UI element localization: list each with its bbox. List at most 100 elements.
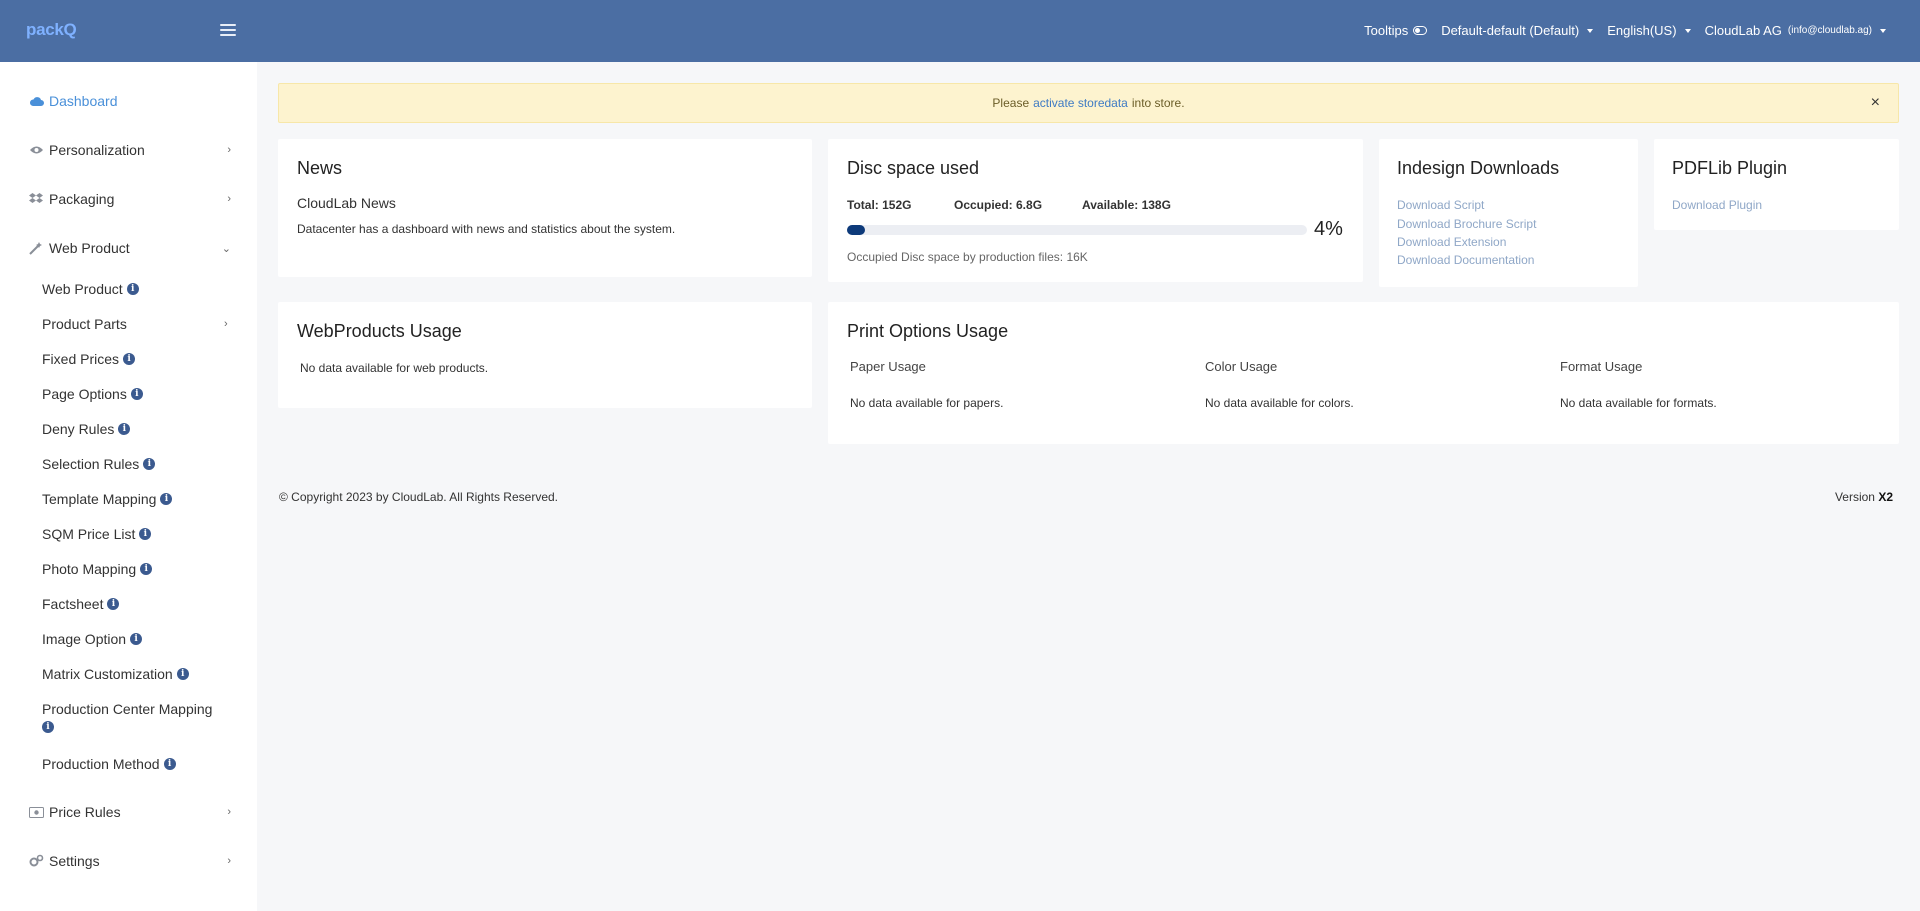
close-icon[interactable]: ×	[1871, 94, 1880, 112]
sidebar-subitem-selection-rules[interactable]: Selection Rules i	[42, 456, 242, 472]
disc-progress-fill	[847, 225, 866, 235]
sidebar-item-settings[interactable]: Settings ›	[0, 846, 257, 876]
sidebar-subitem-image-option[interactable]: Image Option i	[42, 631, 242, 647]
chevron-right-icon: ›	[227, 855, 231, 867]
profile-dropdown[interactable]: Default-default (Default)	[1441, 23, 1594, 38]
webproducts-usage-card	[278, 302, 812, 408]
chevron-right-icon: ›	[227, 806, 231, 818]
alert-prefix: Please	[992, 96, 1030, 110]
account-email: (info@cloudlab.ag)	[1787, 25, 1872, 36]
cloud-icon	[28, 93, 44, 109]
sidebar-subitem-photo-mapping[interactable]: Photo Mapping i	[42, 561, 242, 577]
download-extension-link[interactable]: Download Extension	[1397, 235, 1506, 249]
eye-icon	[28, 142, 44, 158]
info-icon[interactable]: i	[130, 388, 143, 400]
sidebar-subitem-production-method[interactable]: Production Method i	[42, 756, 242, 772]
sidebar-subitem-product-parts[interactable]: Product Parts ›	[42, 316, 242, 332]
production-center-mapping-info: i	[42, 721, 242, 733]
info-icon[interactable]: i	[42, 721, 54, 733]
tooltips-toggle[interactable]: Tooltips	[1364, 23, 1428, 38]
menu-toggle-icon[interactable]	[220, 24, 236, 38]
info-icon[interactable]: i	[130, 633, 143, 645]
info-icon[interactable]: i	[118, 423, 131, 435]
sidebar-subitem-matrix-customization[interactable]: Matrix Customization i	[42, 666, 242, 682]
download-documentation-link[interactable]: Download Documentation	[1397, 253, 1534, 267]
language-dropdown[interactable]: English(US)	[1607, 23, 1691, 38]
indesign-title: Indesign Downloads	[1397, 158, 1560, 178]
color-usage-text: No data available for colors.	[1205, 396, 1354, 410]
info-icon[interactable]: i	[160, 493, 173, 505]
info-icon[interactable]: i	[143, 458, 156, 470]
webproducts-usage-text: No data available for web products.	[300, 361, 489, 375]
caret-down-icon	[1880, 28, 1886, 33]
sidebar-item-price-rules[interactable]: Price Rules ›	[0, 797, 257, 827]
pdflib-title: PDFLib Plugin	[1672, 158, 1788, 178]
store-alert: Please activate storedata into store. ×	[278, 83, 1899, 123]
sidebar-subitem-sqm-price-list[interactable]: SQM Price List i	[42, 526, 242, 542]
cogs-icon	[28, 853, 44, 869]
tooltips-label: Tooltips	[1364, 23, 1409, 38]
format-usage-heading: Format Usage	[1560, 359, 1643, 374]
sidebar-subitem-deny-rules[interactable]: Deny Rules i	[42, 421, 242, 437]
disc-progress-bar	[847, 225, 1307, 235]
dropbox-icon	[28, 191, 44, 207]
toggle-switch-icon[interactable]	[1413, 26, 1428, 35]
sidebar-item-label: Packaging	[49, 191, 115, 207]
activate-storedata-link[interactable]: activate storedata	[1033, 96, 1128, 110]
pdflib-card	[1654, 139, 1899, 230]
sidebar-item-label: Price Rules	[49, 804, 121, 820]
info-icon[interactable]: i	[107, 598, 120, 610]
sidebar-subitem-page-options[interactable]: Page Options i	[42, 386, 242, 402]
top-bar: packQ Tooltips Default-default (Default)…	[0, 0, 1920, 62]
chevron-down-icon: ⌄	[221, 242, 231, 255]
download-brochure-script-link[interactable]: Download Brochure Script	[1397, 217, 1536, 231]
sidebar-item-label: Dashboard	[49, 93, 118, 109]
footer-version: Version X2	[1835, 490, 1893, 504]
profile-select-value: Default-default (Default)	[1441, 23, 1580, 38]
disc-occupied: Occupied: 6.8G	[954, 198, 1043, 212]
info-icon[interactable]: i	[140, 563, 153, 575]
footer-copyright: © Copyright 2023 by CloudLab. All Rights…	[279, 490, 558, 504]
sidebar-subitem-template-mapping[interactable]: Template Mapping i	[42, 491, 242, 507]
top-right-controls: Tooltips Default-default (Default) Engli…	[1364, 23, 1886, 38]
info-icon[interactable]: i	[163, 758, 176, 770]
info-icon[interactable]: i	[126, 283, 139, 295]
download-script-link[interactable]: Download Script	[1397, 198, 1484, 212]
sidebar-item-dashboard[interactable]: Dashboard	[0, 86, 257, 116]
info-icon[interactable]: i	[123, 353, 136, 365]
sidebar-item-web-product[interactable]: Web Product ⌄	[0, 233, 257, 263]
news-title: News	[297, 158, 343, 178]
sidebar-item-personalization[interactable]: Personalization ›	[0, 135, 257, 165]
disc-percent: 4%	[1314, 218, 1343, 240]
info-icon[interactable]: i	[139, 528, 152, 540]
sidebar-subitem-factsheet[interactable]: Factsheet i	[42, 596, 242, 612]
sidebar-subitem-production-center-mapping[interactable]: Production Center Mapping	[42, 701, 242, 717]
info-icon[interactable]: i	[176, 668, 189, 680]
news-text: Datacenter has a dashboard with news and…	[297, 222, 676, 236]
caret-down-icon	[1684, 28, 1691, 33]
version-value: X2	[1878, 490, 1893, 504]
format-usage-text: No data available for formats.	[1560, 396, 1717, 410]
chevron-right-icon: ›	[227, 193, 231, 205]
download-plugin-link[interactable]: Download Plugin	[1672, 198, 1762, 212]
chevron-right-icon: ›	[227, 144, 231, 156]
sidebar-item-label: Personalization	[49, 142, 145, 158]
caret-down-icon	[1587, 28, 1594, 33]
sidebar-subitem-web-product[interactable]: Web Product i	[42, 281, 242, 297]
disc-note: Occupied Disc space by production files:…	[847, 250, 1088, 264]
news-subtitle: CloudLab News	[297, 195, 396, 211]
account-dropdown[interactable]: CloudLab AG (info@cloudlab.ag)	[1705, 23, 1886, 38]
disc-available: Available: 138G	[1082, 198, 1171, 212]
print-options-title: Print Options Usage	[847, 321, 1009, 341]
money-bill-icon	[28, 804, 44, 820]
sidebar-item-packaging[interactable]: Packaging ›	[0, 184, 257, 214]
sidebar-item-label: Settings	[49, 853, 100, 869]
sidebar: Dashboard Personalization › Packaging › …	[0, 62, 257, 911]
paper-usage-text: No data available for papers.	[850, 396, 1004, 410]
sidebar-subitem-fixed-prices[interactable]: Fixed Prices i	[42, 351, 242, 367]
alert-suffix: into store.	[1131, 96, 1185, 110]
color-usage-heading: Color Usage	[1205, 359, 1278, 374]
disc-total: Total: 152G	[847, 198, 912, 212]
app-logo[interactable]: packQ	[26, 20, 77, 40]
webproducts-usage-title: WebProducts Usage	[297, 321, 462, 341]
